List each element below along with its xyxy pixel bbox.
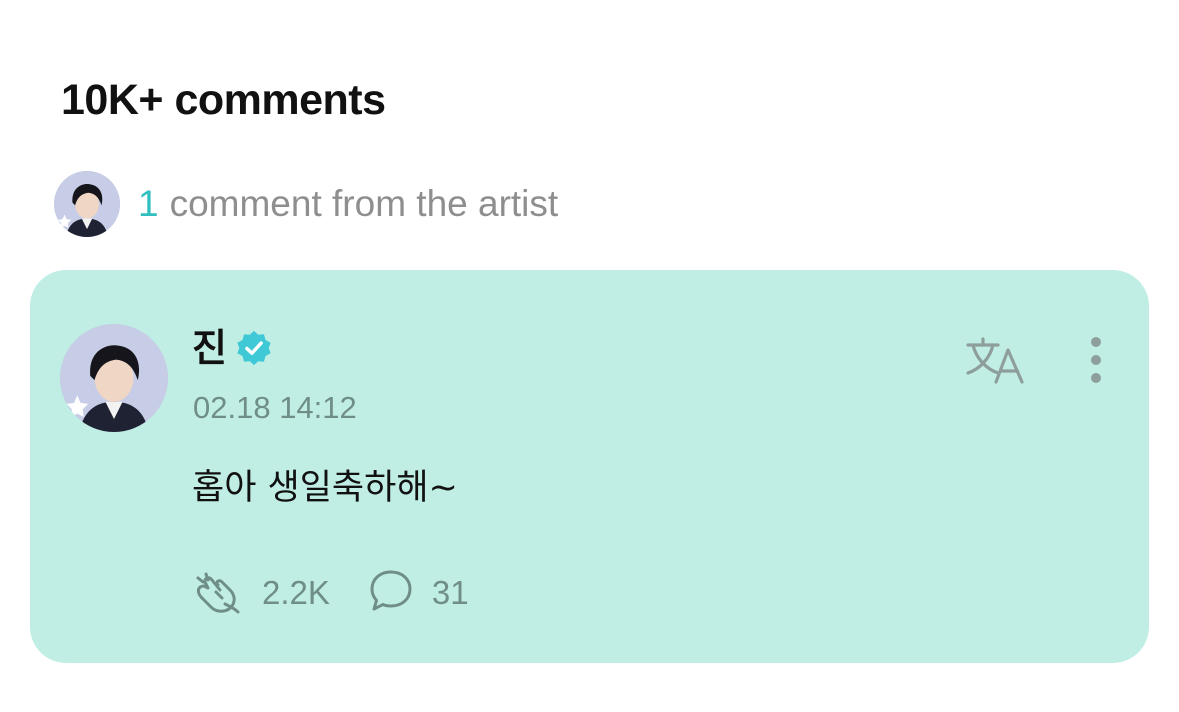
artist-comment-card: 진 02.18 14:12 홉아 생일축하해~ 2.2K 31: [30, 270, 1149, 663]
comment-actions: 2.2K 31: [192, 568, 469, 618]
verified-badge-icon: [235, 329, 273, 367]
comment-timestamp: 02.18 14:12: [193, 390, 357, 425]
comments-heading: 10K+ comments: [61, 76, 386, 124]
author-row: 진: [192, 324, 273, 372]
like-count: 2.2K: [262, 574, 330, 611]
author-avatar[interactable]: [60, 324, 168, 432]
reply-button[interactable]: 31: [368, 568, 469, 619]
speech-bubble-icon: [368, 568, 414, 619]
artist-avatar-small: [54, 171, 120, 237]
clapping-hands-icon: [192, 568, 244, 619]
translate-icon[interactable]: [964, 336, 1028, 388]
more-vertical-icon[interactable]: [1078, 334, 1114, 390]
reply-count: 31: [431, 574, 469, 611]
comment-text: 홉아 생일축하해~: [192, 468, 458, 508]
artist-comment-label: comment from the artist: [169, 183, 559, 224]
like-button[interactable]: 2.2K: [192, 568, 330, 619]
artist-comment-count: 1: [138, 183, 159, 224]
author-name[interactable]: 진: [192, 324, 227, 372]
artist-comments-filter[interactable]: 1 comment from the artist: [54, 171, 558, 237]
